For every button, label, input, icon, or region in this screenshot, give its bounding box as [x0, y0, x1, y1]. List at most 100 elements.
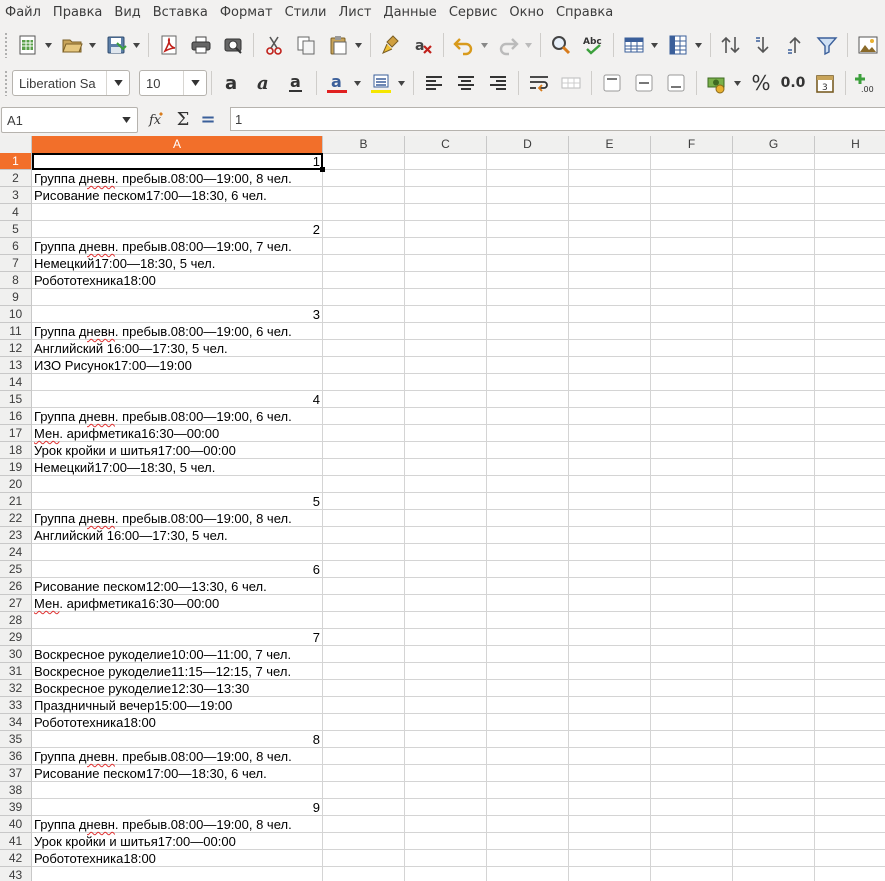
row-header[interactable]: 5 [0, 221, 32, 238]
number-format-button[interactable]: 0.0 [779, 69, 807, 97]
percent-button[interactable]: % [747, 69, 775, 97]
cell-a14[interactable] [32, 374, 322, 391]
menu-edit[interactable]: Правка [47, 0, 108, 26]
redo-dropdown[interactable] [524, 31, 533, 59]
cell-a23[interactable]: Английский 16:00—17:30, 5 чел. [32, 527, 322, 544]
menu-insert[interactable]: Вставка [147, 0, 214, 26]
cell-a27[interactable]: Мен. арифметика16:30—00:00 [32, 595, 322, 612]
align-top-button[interactable] [598, 69, 626, 97]
row-button[interactable] [620, 31, 648, 59]
cell-a20[interactable] [32, 476, 322, 493]
autofilter-button[interactable] [813, 31, 841, 59]
cell-a2[interactable]: Группа дневн. пребыв.08:00—19:00, 8 чел. [32, 170, 322, 187]
cell-a8[interactable]: Робототехника18:00 [32, 272, 322, 289]
print-preview-button[interactable] [219, 31, 247, 59]
highlight-color-button[interactable] [367, 69, 395, 97]
align-center-button[interactable] [452, 69, 480, 97]
cell-a33[interactable]: Праздничный вечер15:00—19:00 [32, 697, 322, 714]
cell-a32[interactable]: Воскресное рукоделие12:30—13:30 [32, 680, 322, 697]
column-header-h[interactable]: H [815, 136, 885, 153]
sum-button[interactable]: Σ [173, 108, 193, 130]
sort-button[interactable] [717, 31, 745, 59]
open-button[interactable] [58, 31, 86, 59]
select-all-corner[interactable] [0, 136, 32, 153]
cell-a12[interactable]: Английский 16:00—17:30, 5 чел. [32, 340, 322, 357]
date-format-button[interactable]: 3 [811, 69, 839, 97]
cell-a26[interactable]: Рисование песком12:00—13:30, 6 чел. [32, 578, 322, 595]
row-header[interactable]: 21 [0, 493, 32, 510]
row-header[interactable]: 22 [0, 510, 32, 527]
row-header[interactable]: 25 [0, 561, 32, 578]
cell-a11[interactable]: Группа дневн. пребыв.08:00—19:00, 6 чел. [32, 323, 322, 340]
cell-a36[interactable]: Группа дневн. пребыв.08:00—19:00, 8 чел. [32, 748, 322, 765]
cell-a17[interactable]: Мен. арифметика16:30—00:00 [32, 425, 322, 442]
menu-data[interactable]: Данные [377, 0, 442, 26]
spellcheck-button[interactable]: Abc [579, 31, 607, 59]
paste-dropdown[interactable] [354, 31, 363, 59]
row-header[interactable]: 23 [0, 527, 32, 544]
cell-a7[interactable]: Немецкий17:00—18:30, 5 чел. [32, 255, 322, 272]
undo-button[interactable] [450, 31, 478, 59]
row-header[interactable]: 7 [0, 255, 32, 272]
cell-a4[interactable] [32, 204, 322, 221]
row-header[interactable]: 6 [0, 238, 32, 255]
row-header[interactable]: 14 [0, 374, 32, 391]
highlight-dropdown[interactable] [397, 69, 406, 97]
row-header[interactable]: 13 [0, 357, 32, 374]
new-document-button[interactable] [14, 31, 42, 59]
row-header[interactable]: 16 [0, 408, 32, 425]
row-header[interactable]: 15 [0, 391, 32, 408]
row-header[interactable]: 10 [0, 306, 32, 323]
row-header[interactable]: 34 [0, 714, 32, 731]
menu-styles[interactable]: Стили [279, 0, 333, 26]
cell-a39[interactable]: 9 [32, 799, 322, 816]
cell-a19[interactable]: Немецкий17:00—18:30, 5 чел. [32, 459, 322, 476]
open-dropdown[interactable] [88, 31, 97, 59]
row-header[interactable]: 43 [0, 867, 32, 881]
align-middle-button[interactable] [630, 69, 658, 97]
insert-image-button[interactable] [854, 31, 882, 59]
row-header[interactable]: 28 [0, 612, 32, 629]
row-header[interactable]: 38 [0, 782, 32, 799]
row-header[interactable]: 31 [0, 663, 32, 680]
column-header-b[interactable]: B [323, 136, 405, 153]
find-replace-button[interactable] [547, 31, 575, 59]
row-header[interactable]: 8 [0, 272, 32, 289]
cell-a38[interactable] [32, 782, 322, 799]
paste-button[interactable] [324, 31, 352, 59]
save-button[interactable] [102, 31, 130, 59]
column-dropdown[interactable] [694, 31, 703, 59]
column-header-g[interactable]: G [733, 136, 815, 153]
wrap-text-button[interactable] [525, 69, 553, 97]
font-color-dropdown[interactable] [353, 69, 362, 97]
clear-formatting-button[interactable]: a [409, 31, 437, 59]
underline-button[interactable]: a [282, 69, 310, 97]
menu-window[interactable]: Окно [503, 0, 550, 26]
copy-button[interactable] [292, 31, 320, 59]
row-header[interactable]: 30 [0, 646, 32, 663]
font-size-combo[interactable]: 10 [139, 70, 207, 96]
row-header[interactable]: 32 [0, 680, 32, 697]
export-pdf-button[interactable] [155, 31, 183, 59]
align-bottom-button[interactable] [662, 69, 690, 97]
cell-a22[interactable]: Группа дневн. пребыв.08:00—19:00, 8 чел. [32, 510, 322, 527]
row-header[interactable]: 18 [0, 442, 32, 459]
cell-a34[interactable]: Робототехника18:00 [32, 714, 322, 731]
cell-a25[interactable]: 6 [32, 561, 322, 578]
row-header[interactable]: 40 [0, 816, 32, 833]
align-right-button[interactable] [484, 69, 512, 97]
row-header[interactable]: 19 [0, 459, 32, 476]
cell-a28[interactable] [32, 612, 322, 629]
row-header[interactable]: 42 [0, 850, 32, 867]
column-header-a[interactable]: A [32, 136, 323, 153]
redo-button[interactable] [494, 31, 522, 59]
cell-a24[interactable] [32, 544, 322, 561]
toolbar-grip[interactable] [4, 70, 8, 96]
row-header[interactable]: 35 [0, 731, 32, 748]
font-name-dropdown[interactable] [106, 71, 129, 95]
row-header[interactable]: 37 [0, 765, 32, 782]
cell-a16[interactable]: Группа дневн. пребыв.08:00—19:00, 6 чел. [32, 408, 322, 425]
column-header-c[interactable]: C [405, 136, 487, 153]
row-header[interactable]: 27 [0, 595, 32, 612]
font-size-dropdown[interactable] [183, 71, 206, 95]
